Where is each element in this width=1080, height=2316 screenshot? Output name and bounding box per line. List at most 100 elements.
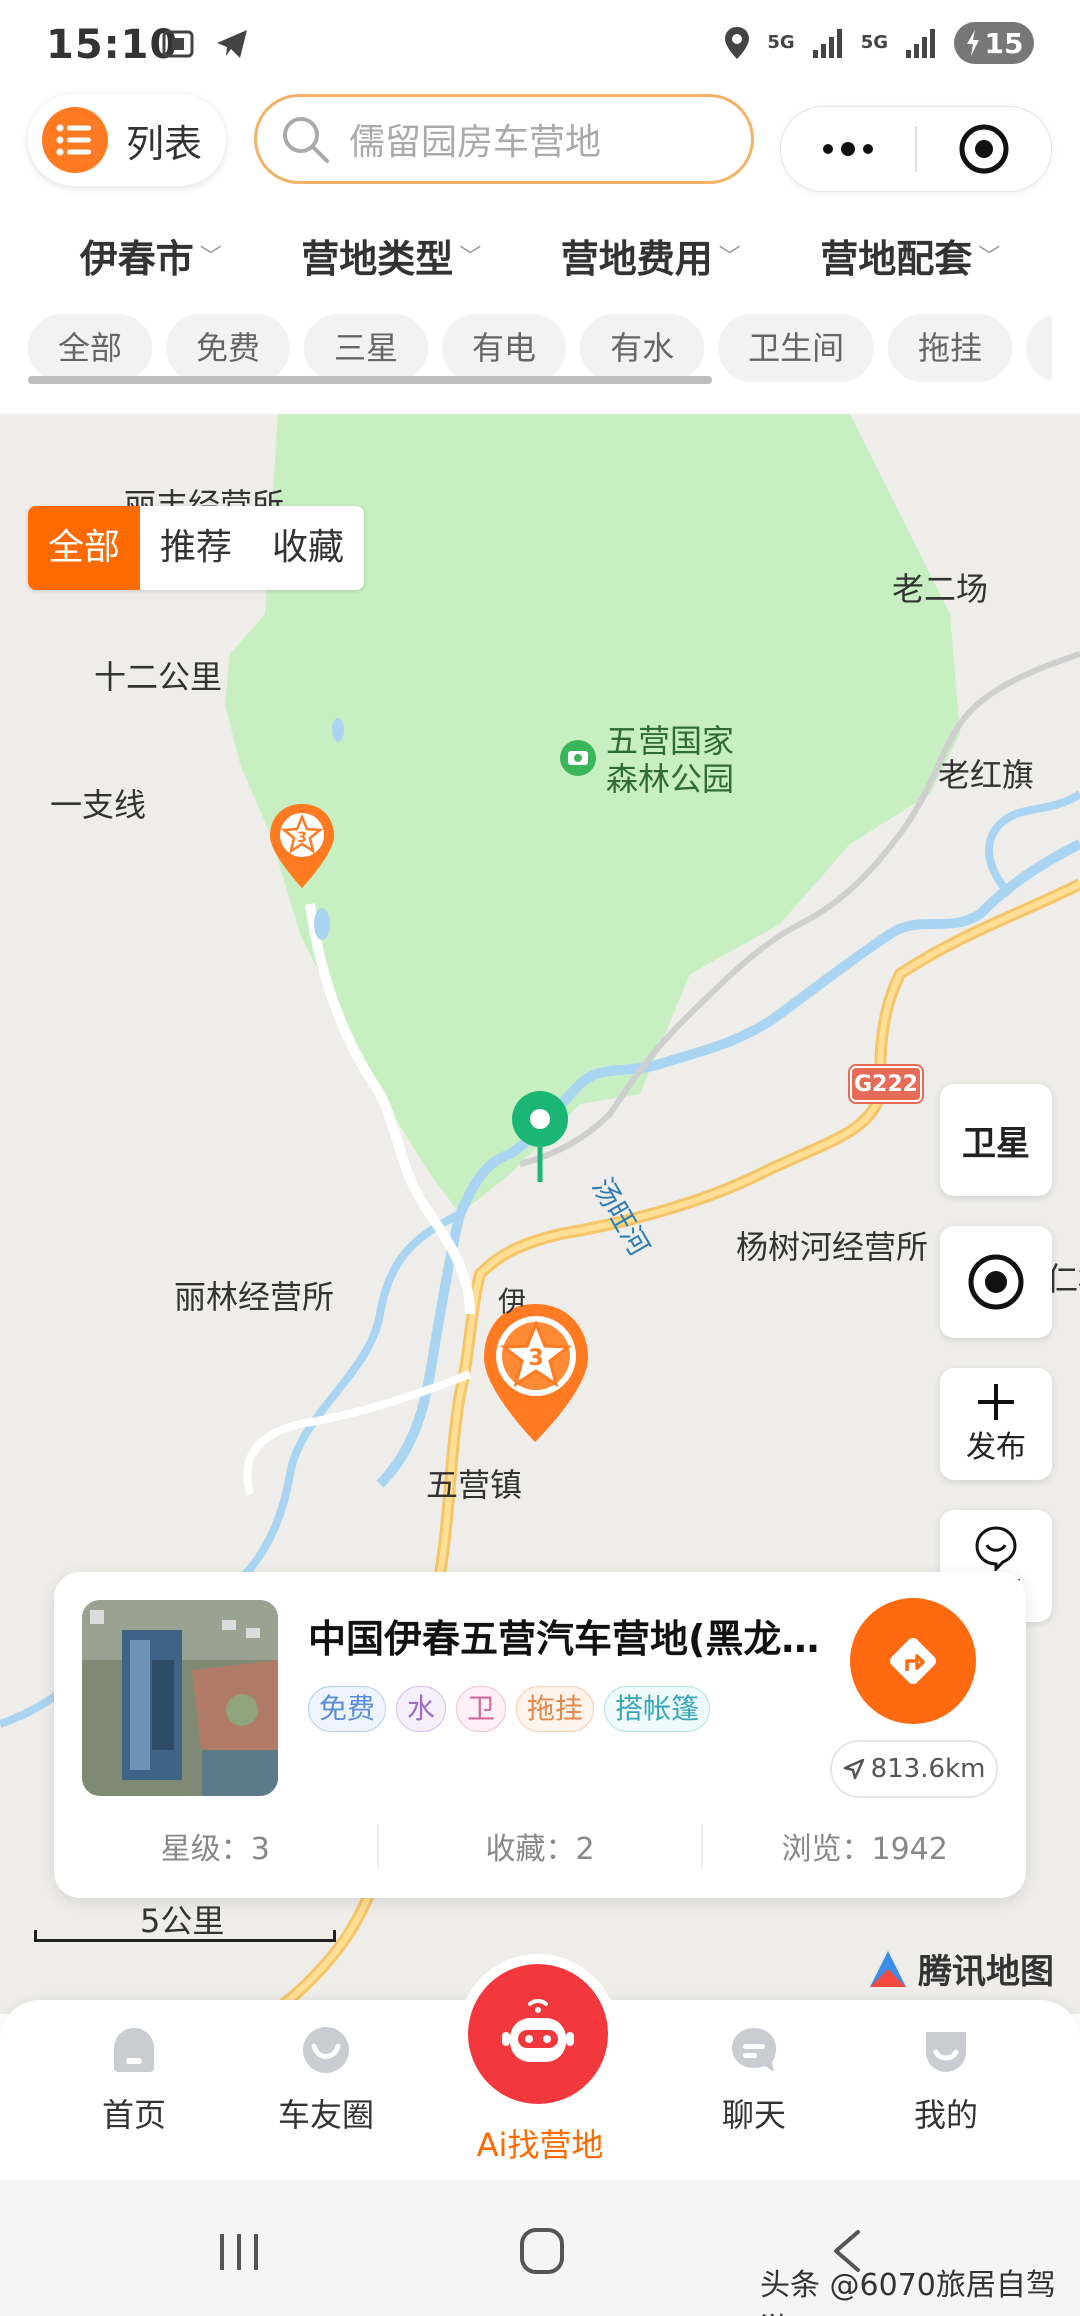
tag-chip[interactable]: 卫生间 <box>718 314 875 382</box>
map-label-laohongqi: 老红旗 <box>938 756 1035 794</box>
tab-ai-campsite[interactable] <box>458 1954 618 2114</box>
distance-badge: 813.6km <box>830 1740 998 1798</box>
map-label-shiergongli: 十二公里 <box>94 658 223 696</box>
tag-chip[interactable]: 免费 <box>166 314 291 382</box>
telegram-icon <box>217 30 247 58</box>
robot-icon <box>502 1999 574 2062</box>
tag-chip-row: 全部免费三星有电有水卫生间拖挂修 <box>28 314 1052 384</box>
more-options-button[interactable] <box>781 107 915 191</box>
circle-icon <box>303 2027 349 2073</box>
battery-level: 15 <box>984 26 1024 60</box>
charging-icon <box>966 30 979 56</box>
fee-filter-dropdown[interactable]: 营地费用 ﹀ <box>561 220 741 290</box>
battery-indicator: 15 <box>954 22 1034 64</box>
badge-trailer: 拖挂 <box>516 1686 595 1732</box>
recent-apps-icon[interactable] <box>216 2230 262 2274</box>
tag-chip[interactable]: 三星 <box>304 314 429 382</box>
marker-star-number: 3 <box>528 1346 543 1371</box>
stat-views: 浏览：1942 <box>781 1832 948 1867</box>
satellite-label: 卫星 <box>962 1123 1030 1164</box>
ai-button[interactable] <box>468 1964 608 2104</box>
search-placeholder: 儒留园房车营地 <box>349 122 602 163</box>
campsite-card[interactable]: 中国伊春五营汽车营地(黑龙江省伊春市) 免费 水 卫 拖挂 搭帐篷 813.6k… <box>54 1572 1026 1898</box>
facility-filter-dropdown[interactable]: 营地配套 ﹀ <box>820 220 1000 290</box>
tencent-map-icon <box>870 1950 906 1987</box>
segment-all[interactable]: 全部 <box>28 506 141 590</box>
map-scale-bar <box>34 1930 336 1942</box>
chevron-down-icon: ﹀ <box>199 245 222 270</box>
tencent-map-text: 腾讯地图 <box>918 1952 1054 1992</box>
watermark: 头条 @6070旅居自驾游 <box>760 2268 1056 2316</box>
tab-home[interactable]: 首页 <box>54 2024 214 2136</box>
campsite-badges: 免费 水 卫 拖挂 搭帐篷 <box>308 1686 711 1732</box>
pond <box>332 718 344 742</box>
navigate-button[interactable] <box>850 1598 976 1724</box>
signal-icon <box>812 29 842 58</box>
segment-favorites[interactable]: 收藏 <box>252 506 364 590</box>
filter-row: 伊春市 ﹀ 营地类型 ﹀ 营地费用 ﹀ 营地配套 ﹀ <box>0 220 1080 290</box>
search-icon <box>283 117 329 163</box>
chat-icon <box>732 2028 776 2072</box>
map-label-lilin: 丽林经营所 <box>174 1278 335 1316</box>
tag-chip[interactable]: 全部 <box>28 314 153 382</box>
camera-poi-icon <box>574 754 582 762</box>
segment-recommended[interactable]: 推荐 <box>140 506 252 590</box>
stat-favorites: 收藏：2 <box>485 1832 595 1867</box>
list-icon <box>42 107 108 173</box>
tag-scrollbar[interactable] <box>28 376 712 384</box>
tag-chip[interactable]: 有电 <box>442 314 567 382</box>
pond <box>314 908 330 940</box>
distance-value: 813.6km <box>870 1754 986 1784</box>
status-left-icons <box>160 26 250 62</box>
satellite-button[interactable]: 卫星 <box>940 1084 1052 1196</box>
city-filter-dropdown[interactable]: 伊春市 ﹀ <box>80 220 222 290</box>
marker-star-number: 3 <box>297 830 307 846</box>
chevron-down-icon: ﹀ <box>978 245 1001 270</box>
miniapp-capsule <box>780 106 1052 192</box>
type-filter-dropdown[interactable]: 营地类型 ﹀ <box>301 220 481 290</box>
status-right: 5G 5G 15 <box>723 22 1034 64</box>
stat-stars: 星级：3 <box>160 1832 270 1867</box>
tab-label: 首页 <box>101 2096 166 2134</box>
tab-chat[interactable]: 聊天 <box>674 2024 834 2136</box>
list-view-button[interactable]: 列表 <box>28 94 226 186</box>
tab-label: 我的 <box>913 2096 978 2134</box>
tab-mine[interactable]: 我的 <box>866 2024 1026 2136</box>
search-input[interactable]: 儒留园房车营地 <box>254 94 754 184</box>
close-miniapp-button[interactable] <box>917 107 1051 191</box>
screenshot-icon <box>162 30 194 58</box>
river <box>985 790 1080 897</box>
home-button-icon[interactable] <box>518 2226 566 2276</box>
badge-water: 水 <box>396 1686 447 1732</box>
bottom-tab-bar: 首页 车友圈 Ai找营地 聊天 我的 <box>0 1954 1080 2180</box>
status-time: 15:10 <box>46 22 179 68</box>
tag-chip[interactable]: 有水 <box>580 314 705 382</box>
tag-chip[interactable]: 修 <box>1026 314 1052 382</box>
road-sign-g222: G222 <box>850 1066 922 1102</box>
plus-icon <box>978 1384 1014 1420</box>
ai-tab-label: Ai找营地 <box>476 2126 604 2164</box>
top-bar: 列表 儒留园房车营地 <box>0 90 1080 200</box>
map-label-yi: 伊 <box>498 1285 527 1318</box>
publish-button[interactable]: 发布 <box>940 1368 1052 1480</box>
tag-chip[interactable]: 拖挂 <box>888 314 1013 382</box>
chevron-down-icon: ﹀ <box>718 245 741 270</box>
network-label-2: 5G <box>860 32 888 53</box>
location-icon <box>725 27 750 59</box>
tab-rider-circle[interactable]: 车友圈 <box>246 2024 406 2136</box>
locate-button[interactable] <box>940 1226 1052 1338</box>
map-label-yangshuhe: 杨树河经营所 <box>736 1228 929 1266</box>
profile-icon <box>926 2032 966 2072</box>
badge-tent: 搭帐篷 <box>604 1686 711 1732</box>
more-icon <box>823 142 873 156</box>
dropped-pin <box>530 1109 550 1129</box>
marker-filter-segmented: 全部 推荐 收藏 <box>28 506 365 590</box>
navigation-icon <box>890 1638 936 1684</box>
network-label-1: 5G <box>767 32 795 53</box>
campsite-thumbnail[interactable] <box>82 1600 278 1796</box>
filter-label: 营地费用 <box>560 236 713 281</box>
tab-label: 车友圈 <box>277 2096 374 2134</box>
status-bar: 15:10 5G 5G 15 <box>0 0 1080 90</box>
home-icon <box>114 2028 154 2072</box>
map-label-yizhixian: 一支线 <box>50 786 147 824</box>
